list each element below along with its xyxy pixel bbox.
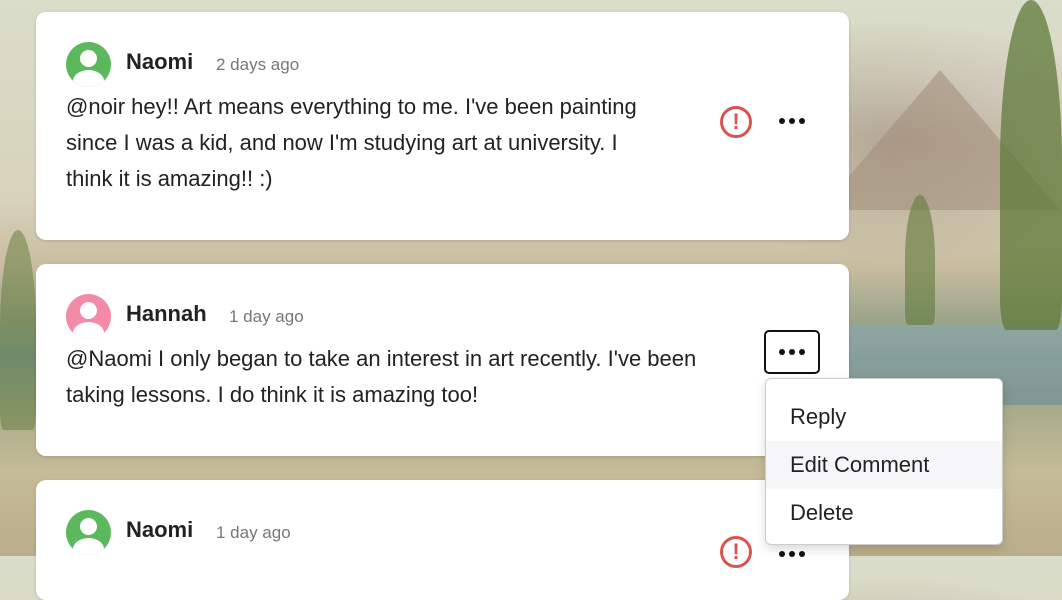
menu-item-delete[interactable]: Delete [766,489,1002,537]
comment-author: Naomi [126,49,194,74]
background-tree [0,230,36,430]
avatar [66,42,111,87]
more-options-button[interactable] [764,99,820,143]
avatar [66,294,111,339]
comment-timestamp: 2 days ago [216,55,300,74]
comment-text: @noir hey!! Art means everything to me. … [66,94,637,191]
background-tree [905,195,935,325]
comment-options-menu: Reply Edit Comment Delete [765,378,1003,545]
comment-timestamp: 1 day ago [229,307,304,326]
menu-item-edit-comment[interactable]: Edit Comment [766,441,1002,489]
comment-card: Hannah 1 day ago @Naomi I only began to … [36,264,849,456]
report-icon[interactable]: ! [720,536,752,568]
comment-timestamp: 1 day ago [216,523,291,542]
comment-card: Naomi 2 days ago @noir hey!! Art means e… [36,12,849,240]
avatar [66,510,111,555]
report-icon[interactable]: ! [720,106,752,138]
menu-item-reply[interactable]: Reply [766,393,1002,441]
comment-author: Naomi [126,517,194,542]
more-options-button[interactable] [764,330,820,374]
comment-author: Hannah [126,301,207,326]
comment-card: Naomi 1 day ago ! [36,480,849,600]
background-tree [1000,0,1062,330]
comment-text: @Naomi I only began to take an interest … [66,346,697,407]
